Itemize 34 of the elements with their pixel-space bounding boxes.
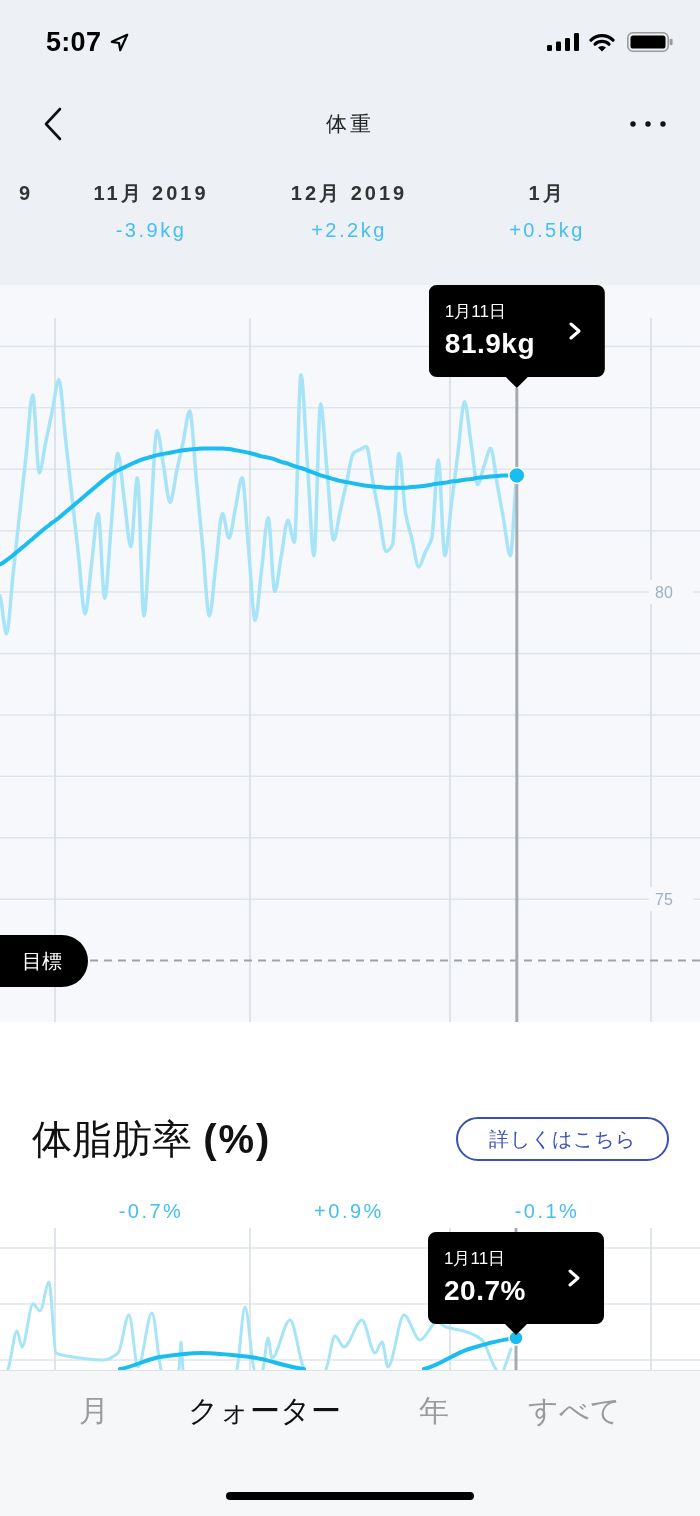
change-label: -0.1%	[514, 1199, 580, 1224]
signal-icon	[547, 33, 579, 51]
change-label: +2.2kg	[311, 218, 387, 243]
tab[interactable]: クォーター	[187, 1391, 341, 1431]
more-icon[interactable]	[630, 121, 666, 127]
page-title: 体重	[326, 111, 374, 137]
section-title: 体脂肪率 (%)	[32, 1116, 272, 1162]
details-button[interactable]: 詳しくはこちら	[456, 1117, 669, 1161]
month-label: 12月 2019	[290, 181, 408, 206]
data-point-icon	[508, 466, 526, 485]
change-label: +0.9%	[314, 1199, 384, 1224]
goal-label: 目標	[0, 934, 88, 987]
change-label: +0.5kg	[509, 218, 585, 243]
wifi-icon	[589, 32, 615, 52]
axis-label: 80	[655, 584, 673, 602]
tooltip-value: 81.9kg	[444, 327, 535, 361]
chevron-icon	[568, 1269, 580, 1287]
tooltip-date: 1月11日	[444, 1248, 507, 1270]
month-label: 9	[18, 181, 34, 206]
status-time: 5:07	[46, 26, 102, 58]
back-icon[interactable]	[43, 107, 63, 141]
battery-icon	[627, 32, 673, 52]
tooltip-date: 1月11日	[444, 301, 507, 323]
month-label: 11月 2019	[93, 181, 209, 206]
change-label: -3.9kg	[115, 218, 187, 243]
month-label: 1月	[528, 181, 566, 206]
tooltip[interactable]: 1月11日 20.7%	[428, 1232, 604, 1335]
chevron-icon	[568, 322, 581, 340]
location-arrow-icon	[110, 32, 130, 52]
tooltip-value: 20.7%	[444, 1274, 526, 1308]
tooltip[interactable]: 1月11日 81.9kg	[428, 285, 605, 388]
change-label: -0.7%	[118, 1199, 184, 1224]
axis-label: 75	[655, 891, 673, 909]
data-point-icon	[508, 1330, 524, 1346]
